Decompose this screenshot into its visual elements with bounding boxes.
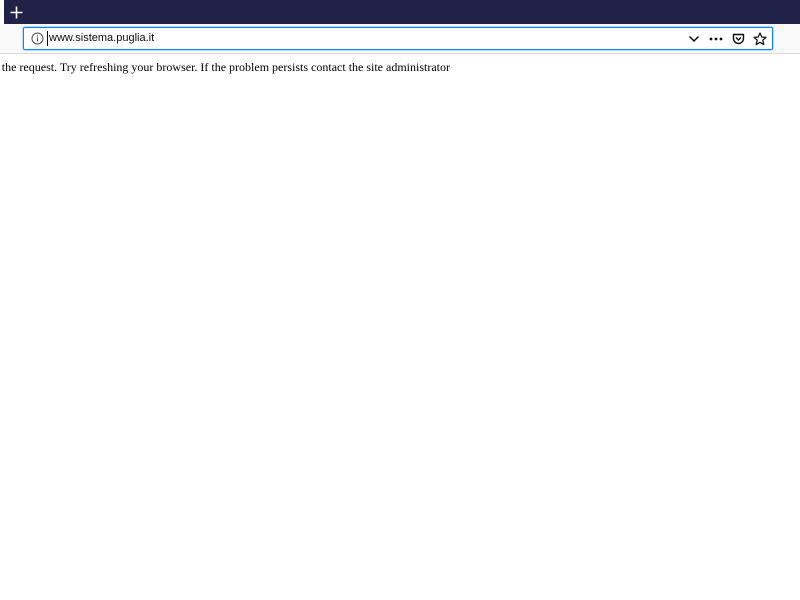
plus-icon [10, 6, 22, 18]
chevron-down-icon [688, 35, 700, 42]
error-message: ng the request. Try refreshing your brow… [0, 60, 450, 74]
url-dropdown-button[interactable] [685, 30, 703, 47]
address-bar-actions [685, 30, 769, 47]
url-input[interactable]: www.sistema.puglia.it [47, 31, 154, 46]
info-icon[interactable] [31, 32, 44, 45]
navigation-toolbar: www.sistema.puglia.it [0, 24, 800, 54]
new-tab-button[interactable] [6, 2, 26, 22]
active-tab-edge[interactable] [0, 0, 4, 24]
address-bar[interactable]: www.sistema.puglia.it [23, 27, 773, 50]
tab-strip [0, 0, 800, 24]
browser-window: www.sistema.puglia.it ng the request. Tr… [0, 0, 800, 600]
more-horizontal-icon [709, 37, 723, 40]
bookmark-button[interactable] [751, 30, 769, 47]
star-icon [753, 31, 767, 45]
save-to-pocket-button[interactable] [729, 30, 747, 47]
page-content: ng the request. Try refreshing your brow… [0, 55, 800, 600]
page-actions-button[interactable] [707, 30, 725, 47]
pocket-icon [732, 33, 744, 44]
